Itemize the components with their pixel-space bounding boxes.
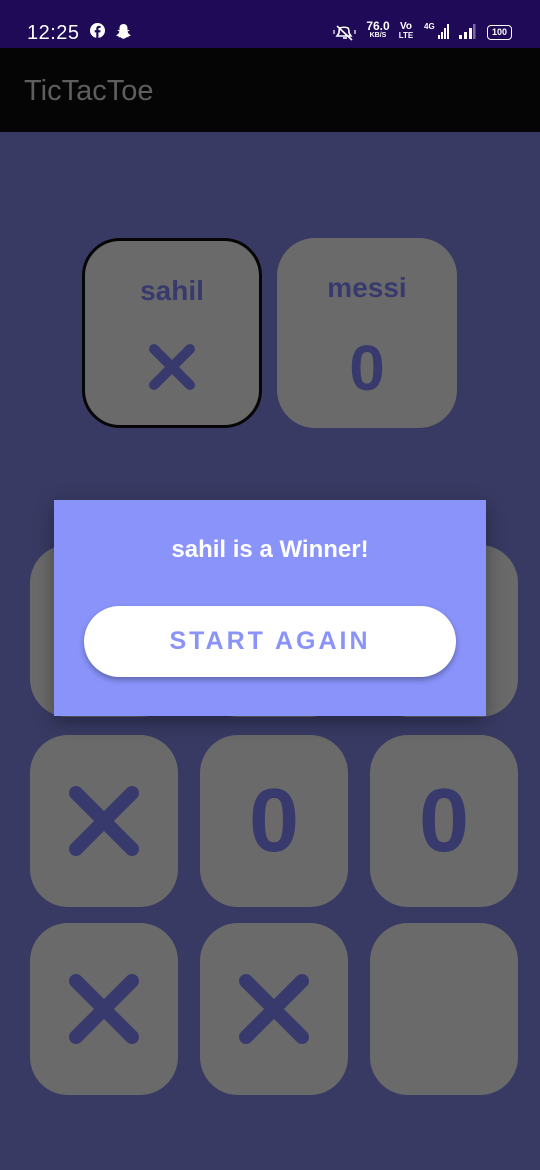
player-card-2: messi 0 [277,238,457,428]
volte-indicator: Vo LTE [396,21,416,41]
player-card-1: sahil [82,238,262,428]
x-mark-icon [239,974,309,1044]
x-mark-icon [69,974,139,1044]
network-speed-value: 76.0 [366,19,390,33]
network-type-label: 4G [424,22,435,31]
battery-icon: 100 [487,25,512,40]
board-cell-6[interactable]: 0 [370,735,518,907]
facebook-icon [90,23,105,43]
board-cell-7[interactable] [30,923,178,1095]
status-time: 12:25 [27,22,80,44]
board-cell-9[interactable] [370,923,518,1095]
network-speed: 76.0 KB/S [365,19,391,40]
player-symbol [85,339,259,403]
mute-icon [333,25,357,46]
player-name: sahil [140,275,204,306]
snapchat-icon [115,23,132,44]
volte-bottom-label: LTE [398,31,414,40]
x-mark-icon [69,786,139,856]
app-bar: TicTacToe [0,48,540,132]
board-cell-4[interactable] [30,735,178,907]
board-cell-8[interactable] [200,923,348,1095]
o-mark: 0 [248,771,300,871]
x-mark-icon [149,344,195,390]
app-title: TicTacToe [24,75,154,107]
status-bar: 12:25 76.0 KB/S Vo LTE 4G 100 [0,0,540,48]
volte-top-label: Vo [399,21,413,32]
winner-dialog: sahil is a Winner! START AGAIN [54,500,486,716]
battery-level: 100 [491,27,508,37]
player-name: messi [327,272,407,303]
player-symbol: 0 [349,332,385,404]
start-again-button[interactable]: START AGAIN [84,606,456,677]
o-mark: 0 [418,771,470,871]
signal-icon [438,23,450,44]
signal-icon [458,23,476,44]
winner-message: sahil is a Winner! [171,536,369,563]
board-cell-5[interactable]: 0 [200,735,348,907]
